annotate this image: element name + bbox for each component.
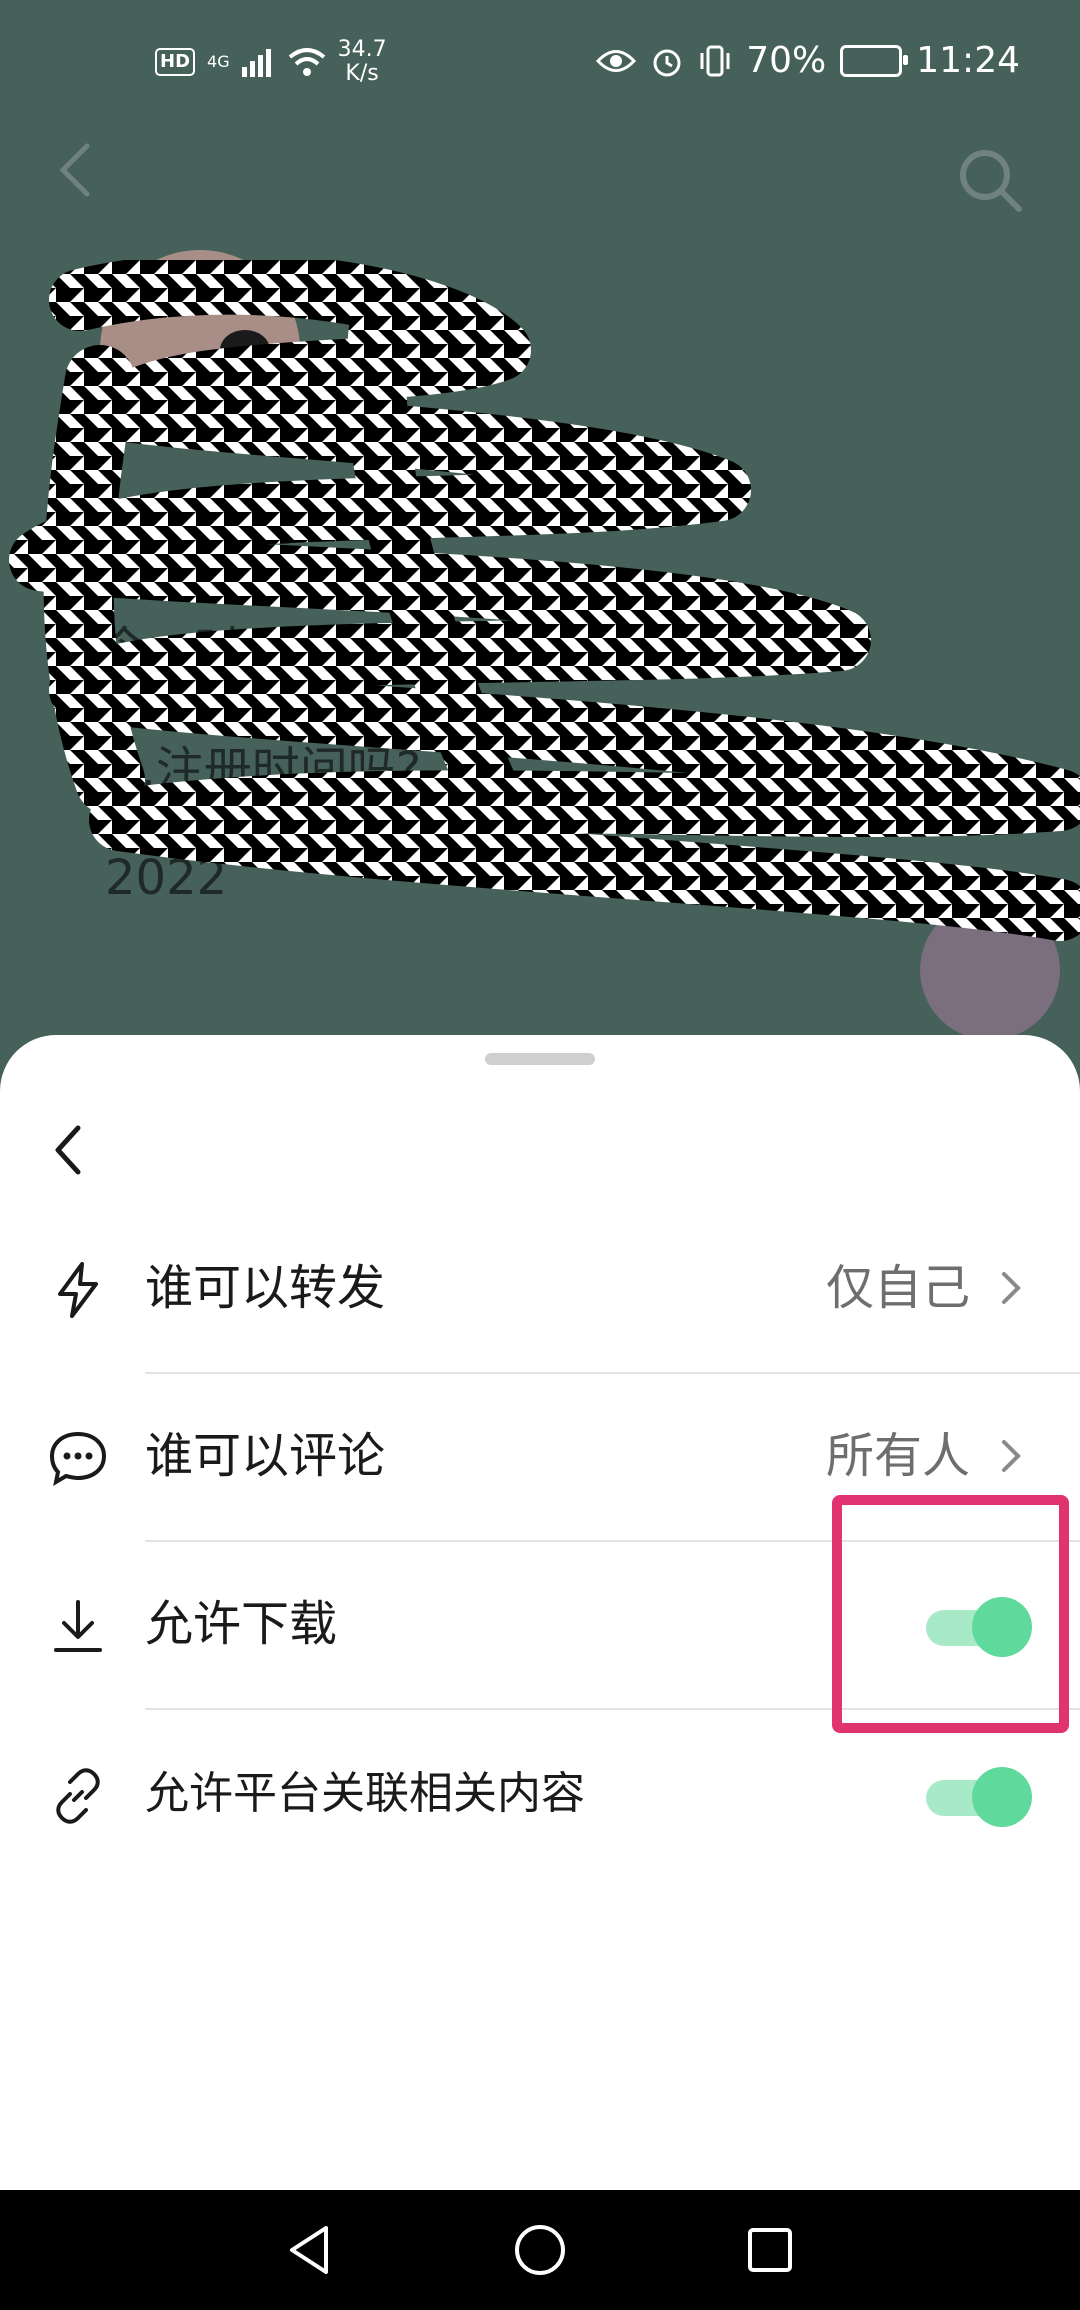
wifi-icon: [288, 48, 325, 76]
alarm-icon: [653, 49, 681, 76]
highlight-box: [832, 1495, 1069, 1733]
download-icon: [48, 1596, 108, 1656]
signal-icon: [241, 49, 271, 77]
vibrate-icon: [700, 45, 730, 76]
toggle-knob: [972, 1767, 1032, 1827]
nav-recents-icon[interactable]: [740, 2220, 800, 2280]
sheet-back-icon[interactable]: [48, 1120, 108, 1190]
net-speed: 34.7 K/s: [337, 37, 387, 86]
battery-icon: [840, 44, 909, 77]
allow-download-label: 允许下载: [145, 1596, 338, 1652]
search-icon[interactable]: [955, 145, 1025, 219]
hd-badge: HD: [155, 48, 196, 76]
network-type: 4G: [207, 52, 230, 71]
system-nav-bar: [0, 2190, 1080, 2310]
allow-association-row: 允许平台关联相关内容: [0, 1712, 1080, 1880]
allow-association-toggle[interactable]: [922, 1764, 1032, 1827]
repost-permission-row[interactable]: 谁可以转发 仅自己: [0, 1206, 1080, 1374]
comment-icon: [48, 1428, 108, 1488]
redaction-scribble: [9, 260, 1080, 941]
nav-back-icon[interactable]: [280, 2220, 340, 2280]
comment-permission-label: 谁可以评论: [145, 1428, 386, 1484]
repost-permission-label: 谁可以转发: [145, 1260, 386, 1316]
battery-percent: 70%: [746, 40, 827, 81]
chevron-right-icon: [996, 1268, 1026, 1308]
lightning-icon: [48, 1260, 108, 1320]
comment-permission-value: 所有人: [825, 1428, 970, 1484]
eye-icon: [596, 49, 637, 72]
allow-association-label: 允许平台关联相关内容: [145, 1768, 585, 1819]
chevron-right-icon: [996, 1436, 1026, 1476]
sheet-drag-handle[interactable]: [485, 1053, 595, 1065]
status-bar: HD 4G 34.7 K/s 70% 11:24: [0, 0, 1080, 125]
clock-time: 11:24: [916, 40, 1020, 81]
link-icon: [48, 1766, 108, 1826]
nav-home-icon[interactable]: [510, 2220, 570, 2280]
page-back-icon[interactable]: [55, 140, 95, 204]
repost-permission-value: 仅自己: [825, 1260, 970, 1316]
